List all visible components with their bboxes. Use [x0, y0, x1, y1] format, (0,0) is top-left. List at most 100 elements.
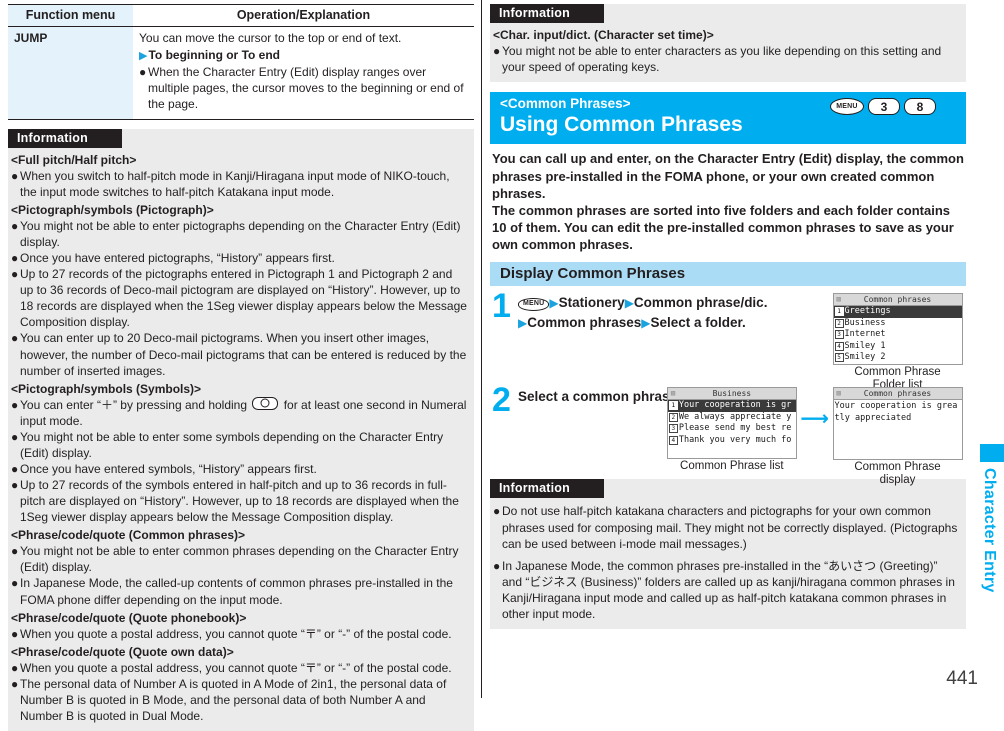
info-bullet: ● In Japanese Mode, the common phrases pr…: [493, 558, 959, 622]
list-item[interactable]: 4 Smiley 1: [834, 341, 962, 353]
screenshot-phrase-display: ▧ Common phrases Your cooperation is grea…: [831, 387, 964, 488]
bullet-dot-icon: ●: [11, 478, 19, 493]
chapter-side-tab: Character Entry: [980, 444, 1004, 593]
step-1-screenshots: ▧ Common phrases 1 Greetings 2 Business 3 In…: [831, 293, 964, 393]
info-bullet: ● In Japanese Mode, the called-up content…: [11, 575, 467, 607]
function-menu-table: Function menu Operation/Explanation JUMP…: [8, 4, 474, 120]
info-bullet: ● You might not be able to enter some sym…: [11, 429, 467, 461]
arrow-icon: ▶: [624, 296, 634, 311]
screen-list: 1 Greetings 2 Business 3 Internet 4 Smiley 1…: [833, 306, 962, 364]
step-instruction: MENU ▶Stationery▶Common phrase/dic. ▶Commo…: [518, 293, 808, 332]
lead-text: You can call up and enter, on the Charac…: [492, 150, 964, 253]
section-bar-display-common-phrases: Display Common Phrases: [490, 262, 966, 287]
information-body: <Char. input/dict. (Character set time)>…: [490, 23, 966, 75]
screen-title-text: Common phrases: [863, 295, 932, 305]
info-section-title: <Phrase/code/quote (Quote phonebook)>: [11, 610, 247, 625]
item-label: Smiley 2: [844, 352, 886, 363]
info-bullet-text: When you quote a postal address, you can…: [20, 626, 452, 641]
list-item[interactable]: 5 Smiley 2: [834, 352, 962, 364]
arrow-icon: ▶: [641, 315, 651, 330]
screen-body-text: Your cooperation is grea tly appreciated: [834, 401, 958, 423]
bullet-dot-icon: ●: [11, 331, 19, 346]
item-label: We always appreciate y: [678, 411, 792, 422]
lead-paragraph: You can call up and enter, on the Charac…: [492, 151, 964, 201]
info-bullet: ● You might not be able to enter characte…: [493, 43, 959, 75]
left-column: Function menu Operation/Explanation JUMP…: [8, 4, 474, 731]
lead-paragraph: The common phrases are sorted into five …: [492, 202, 954, 253]
menu-key-icon: MENU: [518, 298, 550, 311]
info-bullet: ● Up to 27 records of the pictographs ent…: [11, 266, 467, 330]
info-bullet: ● Once you have entered symbols, “History…: [11, 461, 467, 477]
list-item[interactable]: 1 Your cooperation is gr: [667, 400, 796, 412]
step-part: Common phrases: [527, 314, 642, 330]
item-number: 3: [834, 330, 844, 340]
info-section-title: <Phrase/code/quote (Quote own data)>: [11, 644, 234, 659]
bullet-dot-icon: ●: [139, 64, 147, 79]
side-tab-label: Character Entry: [981, 468, 998, 593]
info-section-title: <Char. input/dict. (Character set time)>: [493, 28, 714, 42]
chapter-banner: <Common Phrases> Using Common Phrases ME…: [490, 92, 966, 145]
info-bullet-text: You might not be able to enter common ph…: [20, 544, 459, 575]
list-item[interactable]: 1 Greetings: [833, 306, 962, 318]
step-number: 2: [492, 381, 511, 420]
operation-subheading: ▶To beginning or To end: [139, 48, 468, 64]
screenshot-caption: Common Phrase display: [854, 460, 941, 487]
info-bullet: ● The personal data of Number A is quoted…: [11, 676, 467, 724]
phone-screen: ▧ Common phrases 1 Greetings 2 Business 3 In…: [832, 293, 963, 365]
phone-screen: ▧ Business 1 Your cooperation is gr 2 We al…: [666, 387, 797, 459]
info-bullet-with-key: ● You can enter “＋” by pressing and hold…: [11, 396, 467, 429]
bullet-dot-icon: ●: [11, 267, 19, 282]
list-item[interactable]: 2 Business: [834, 318, 962, 330]
key-8-icon: 8: [904, 98, 936, 116]
bullet-dot-icon: ●: [493, 504, 501, 519]
screenshot-phrase-list: ▧ Business 1 Your cooperation is gr 2 We al…: [665, 387, 798, 473]
triangle-marker-icon: ▶: [139, 49, 148, 62]
banner-title: Using Common Phrases: [500, 113, 743, 137]
list-item-empty: [668, 446, 796, 458]
item-label: Please send my best re: [678, 423, 792, 434]
bullet-dot-icon: ●: [11, 251, 19, 266]
info-bullet-text: When you quote a postal address, you can…: [20, 660, 452, 675]
info-bullet-text: When you switch to half-pitch mode in Ka…: [20, 168, 450, 199]
info-section-title: <Full pitch/Half pitch>: [11, 152, 137, 167]
screenshot-folder-list: ▧ Common phrases 1 Greetings 2 Business 3 In…: [831, 293, 964, 393]
step-2: 2 Select a common phrase. ▧ Business 1 You…: [490, 383, 966, 486]
operation-subheading-text: To beginning or To end: [148, 47, 280, 62]
info-bullet: ● When you switch to half-pitch mode in K…: [11, 168, 467, 200]
info-bullet: ● Do not use half-pitch katakana characte…: [493, 503, 959, 551]
list-item[interactable]: 3 Please send my best re: [668, 423, 796, 435]
item-label: Thank you very much fo: [678, 434, 792, 445]
right-top-information-box: Information <Char. input/dict. (Characte…: [490, 4, 966, 83]
info-bullet: ● Up to 27 records of the symbols entered…: [11, 477, 467, 525]
info-bullet-text: Up to 27 records of the pictographs ente…: [20, 267, 467, 330]
item-label: Business: [844, 317, 886, 328]
bullet-dot-icon: ●: [11, 462, 19, 477]
list-item[interactable]: 3 Internet: [834, 329, 962, 341]
info-bullet-text: Once you have entered pictographs, “Hist…: [20, 251, 335, 266]
item-number: 5: [834, 353, 844, 363]
info-section-title: <Phrase/code/quote (Common phrases)>: [11, 528, 246, 543]
info-section-title: <Pictograph/symbols (Symbols)>: [11, 381, 202, 396]
key-3-icon: 3: [868, 98, 900, 116]
key-0-icon: [252, 396, 279, 410]
phone-screen: ▧ Common phrases Your cooperation is grea…: [832, 387, 963, 460]
info-bullet-text: You can enter “＋” by pressing and holdin…: [20, 396, 467, 429]
info-bullet-text: Once you have entered symbols, “History”…: [20, 462, 317, 477]
list-item[interactable]: 2 We always appreciate y: [668, 412, 796, 424]
list-item[interactable]: 4 Thank you very much fo: [668, 435, 796, 447]
item-label: Greetings: [844, 306, 891, 317]
spacer-row: [834, 447, 962, 459]
screen-title-bar: ▧ Business: [667, 388, 796, 401]
item-number: 4: [668, 435, 678, 445]
step-1: 1 MENU ▶Stationery▶Common phrase/dic. ▶Com…: [490, 289, 966, 391]
bullet-dot-icon: ●: [11, 626, 19, 641]
left-information-box: Information <Full pitch/Half pitch> ● Whe…: [8, 128, 474, 731]
info-bullet-text: You might not be able to enter pictograp…: [20, 218, 461, 249]
screen-title-text: Common phrases: [863, 389, 932, 399]
screen-title-bar: ▧ Common phrases: [833, 388, 962, 401]
manual-page: Function menu Operation/Explanation JUMP…: [0, 0, 1004, 731]
info-bullet-text: In Japanese Mode, the called-up contents…: [20, 576, 453, 607]
item-number: 2: [668, 412, 678, 422]
info-bullet-text: You might not be able to enter character…: [502, 44, 942, 75]
screen-title-text: Business: [712, 389, 752, 399]
